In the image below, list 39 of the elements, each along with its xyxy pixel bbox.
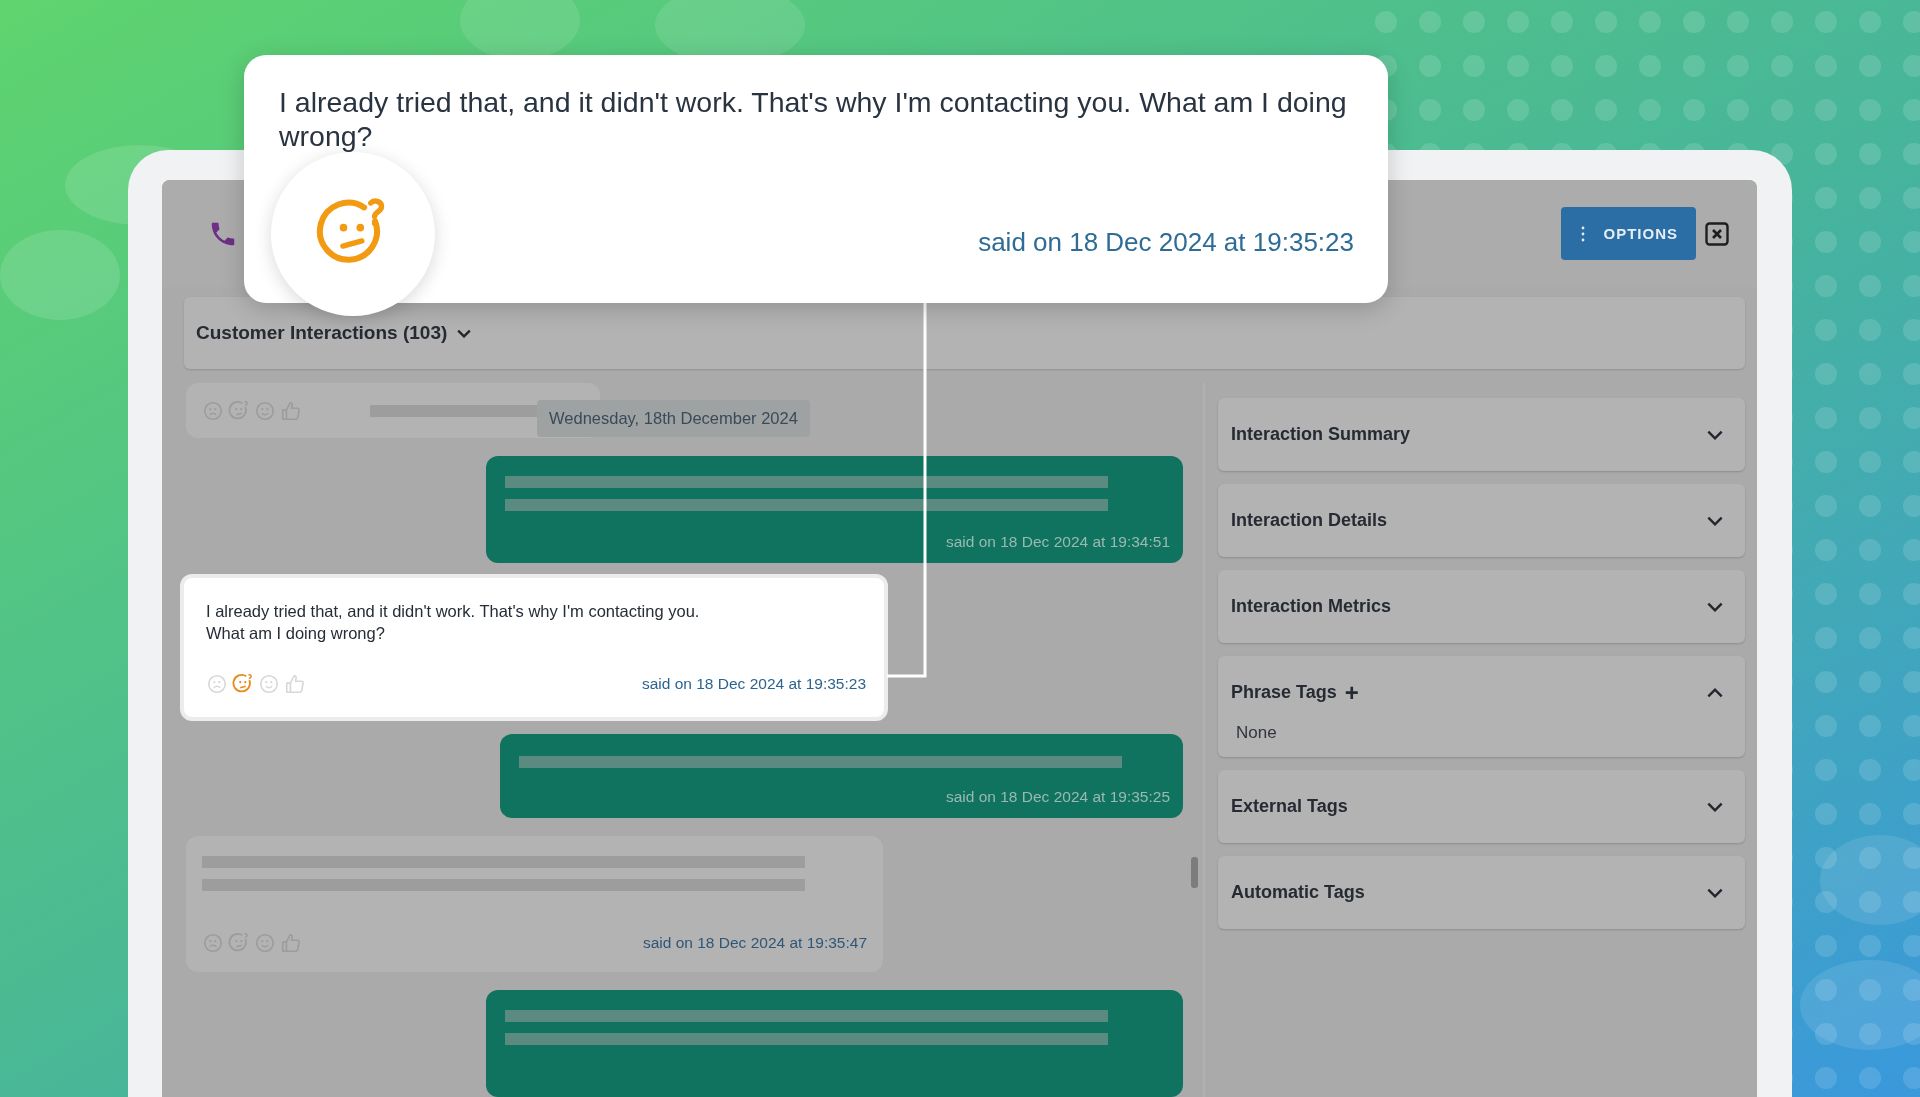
conversation-title: Customer Interactions (103) (196, 322, 448, 344)
thumbs-up-reaction-icon[interactable] (284, 673, 306, 695)
date-separator: Wednesday, 18th December 2024 (537, 400, 810, 437)
chevron-down-icon (1707, 429, 1723, 440)
chevron-down-icon (1707, 801, 1723, 812)
message-timestamp: said on 18 Dec 2024 at 19:35:47 (642, 934, 867, 953)
smile-reaction-icon[interactable] (258, 673, 280, 695)
chevron-up-icon (1707, 687, 1723, 698)
confused-reaction-icon[interactable] (232, 673, 254, 695)
section-title: Interaction Summary (1231, 424, 1411, 445)
section-content: None (1235, 723, 1278, 744)
message-timestamp: said on 18 Dec 2024 at 19:35:23 (641, 675, 866, 693)
chevron-down-icon (1707, 601, 1723, 612)
callout-text: I already tried that, and it didn't work. That's why I'm contacting you. What am I doing wrong? (279, 85, 1348, 153)
callout-timestamp: said on 18 Dec 2024 at 19:35:23 (978, 227, 1354, 258)
section-title: Phrase Tags (1231, 682, 1337, 703)
accordion-section[interactable]: Automatic Tags (1218, 856, 1745, 929)
chevron-down-icon (1707, 887, 1723, 898)
message-timestamp: said on 18 Dec 2024 at 19:34:51 (945, 533, 1170, 551)
options-button[interactable]: OPTIONS (1561, 207, 1696, 260)
chevron-down-icon (457, 328, 472, 338)
accordion-section[interactable]: Interaction Metrics (1218, 570, 1745, 643)
accordion-section[interactable]: External Tags (1218, 770, 1745, 843)
section-title: Automatic Tags (1231, 882, 1365, 903)
message-text: I already tried that, and it didn't work. That's why I'm contacting you. What am I doing wrong? (206, 601, 701, 644)
close-icon[interactable] (1705, 221, 1729, 246)
accordion-section[interactable]: Interaction Summary (1218, 398, 1745, 471)
more-icon (1581, 225, 1586, 242)
section-title: Interaction Metrics (1231, 596, 1392, 617)
section-title: Interaction Details (1231, 510, 1388, 531)
chevron-down-icon (1707, 515, 1723, 526)
accordion-section[interactable]: Phrase Tags + None (1218, 656, 1745, 757)
conversation-header[interactable]: Customer Interactions (103) (184, 297, 1745, 369)
scrollbar[interactable] (1191, 857, 1198, 888)
message-timestamp: said on 18 Dec 2024 at 19:35:25 (945, 788, 1170, 807)
add-tag-button[interactable]: + (1344, 680, 1359, 705)
frown-reaction-icon[interactable] (206, 673, 228, 695)
accordion-section[interactable]: Interaction Details (1218, 484, 1745, 557)
section-title: External Tags (1231, 796, 1348, 817)
